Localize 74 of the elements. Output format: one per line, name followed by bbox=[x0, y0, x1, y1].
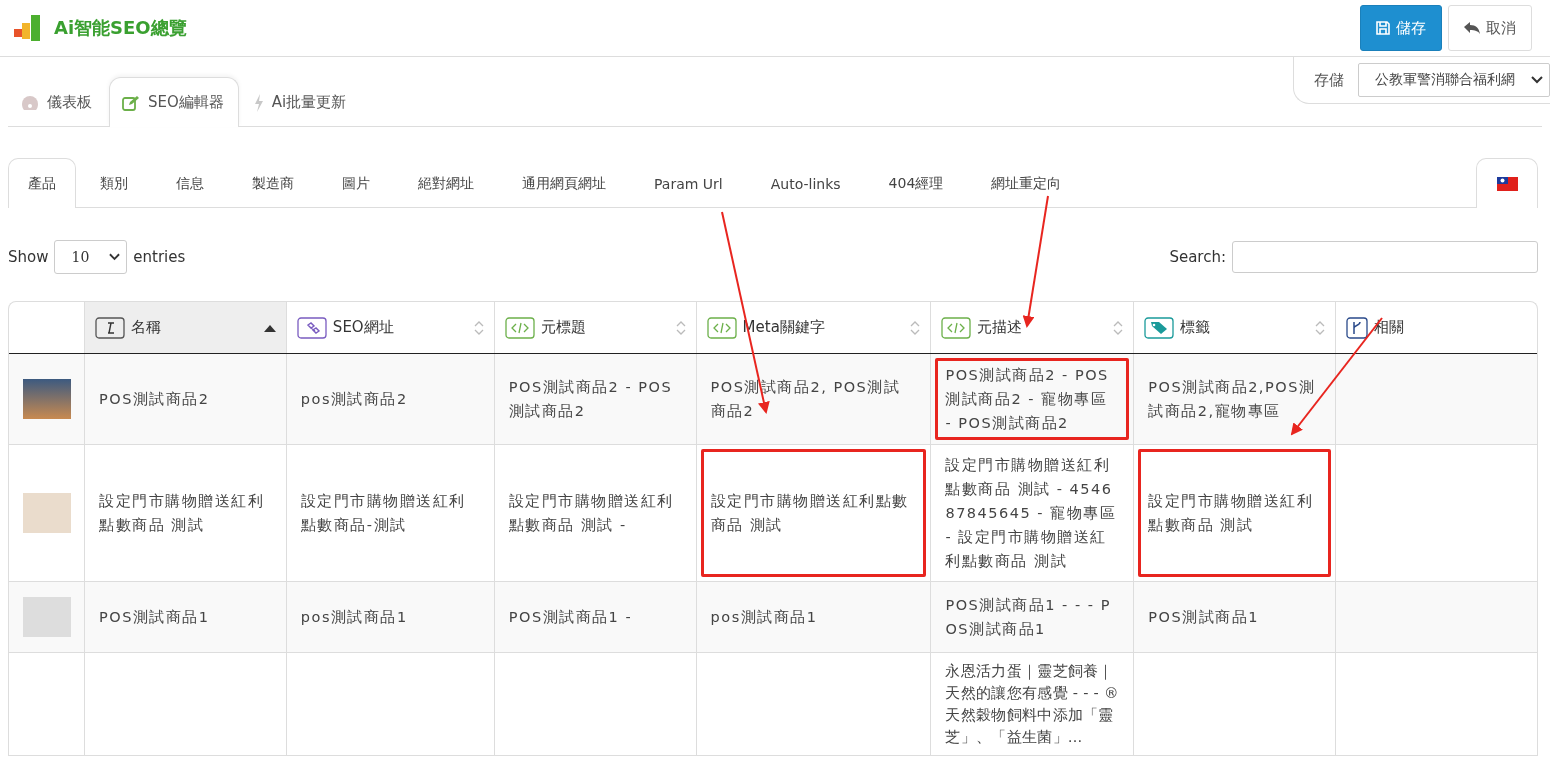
chevron-down-icon bbox=[1531, 76, 1543, 84]
language-tab[interactable] bbox=[1476, 158, 1538, 208]
chevron-down-icon bbox=[109, 253, 121, 261]
sub-tab[interactable]: 產品 bbox=[8, 158, 76, 208]
table-cell-text: POS測試商品2,POS測試商品2,寵物專區 bbox=[1148, 378, 1317, 421]
text-cursor-icon bbox=[95, 316, 125, 339]
link-icon bbox=[296, 316, 327, 339]
entries-label: entries bbox=[133, 248, 186, 266]
sort-icon bbox=[1113, 319, 1124, 336]
cancel-button[interactable]: 取消 bbox=[1448, 5, 1532, 51]
sort-ascending-icon bbox=[263, 323, 276, 332]
code-icon bbox=[941, 316, 972, 339]
table-cell-text: 設定門市購物贈送紅利點數商品 測試 - 454687845645 - 寵物專區 - 設定門市購物贈送紅利點數商品 測試 bbox=[945, 456, 1118, 571]
entries-select[interactable]: 10 bbox=[54, 240, 128, 274]
table-cell-text: POS測試商品1 - - - POS測試商品1 bbox=[945, 596, 1112, 639]
sub-tab[interactable]: Param Url bbox=[630, 158, 747, 208]
tag-icon bbox=[1144, 316, 1175, 339]
code-icon bbox=[706, 316, 737, 339]
sub-tab[interactable]: 製造商 bbox=[228, 158, 318, 208]
edit-icon bbox=[122, 94, 140, 111]
bar-chart-logo-icon bbox=[14, 15, 42, 41]
photo-placeholder bbox=[22, 379, 71, 419]
table-cell-text: POS測試商品1 bbox=[99, 608, 210, 627]
dashboard-icon bbox=[21, 94, 39, 111]
main-tab[interactable]: 儀表板 bbox=[8, 77, 107, 127]
table-cell-text: pos測試商品1 bbox=[710, 608, 818, 627]
fork-icon bbox=[1346, 316, 1369, 339]
search-label: Search: bbox=[1169, 248, 1226, 266]
app-title: Ai智能SEO總覽 bbox=[54, 16, 187, 40]
table-cell-text: 設定門市購物贈送紅利點數商品 測試 - bbox=[508, 492, 675, 535]
sub-tab[interactable]: 圖片 bbox=[318, 158, 394, 208]
store-label: 存儲 bbox=[1314, 70, 1344, 90]
column-header[interactable]: 名稱 bbox=[85, 302, 287, 353]
code-icon bbox=[504, 316, 535, 339]
undo-icon bbox=[1464, 21, 1480, 35]
table-cell-text: pos測試商品1 bbox=[300, 608, 408, 627]
table-cell-text: POS測試商品2 - POS測試商品2 - 寵物專區 - POS測試商品2 bbox=[945, 366, 1110, 433]
lightning-icon bbox=[253, 93, 264, 112]
sub-tab[interactable]: 網址重定向 bbox=[967, 158, 1086, 208]
table-cell-text: 設定門市購物贈送紅利點數商品-測試 bbox=[300, 492, 467, 535]
table-cell-text: POS測試商品2 - POS測試商品2 bbox=[508, 378, 674, 421]
save-icon bbox=[1376, 21, 1390, 35]
sub-tab[interactable]: 通用網頁網址 bbox=[498, 158, 630, 208]
table-cell-text: POS測試商品1 bbox=[1148, 608, 1259, 627]
table-cell-text: 設定門市購物贈送紅利點數商品 測試 bbox=[710, 492, 910, 535]
column-header[interactable]: 元描述 bbox=[931, 302, 1135, 353]
sort-icon bbox=[910, 319, 921, 336]
sub-tab[interactable]: Auto-links bbox=[746, 158, 865, 208]
main-tab[interactable]: SEO編輯器 bbox=[109, 77, 239, 127]
sort-icon bbox=[1315, 319, 1326, 336]
photo-placeholder bbox=[22, 597, 71, 637]
column-header[interactable]: 標籤 bbox=[1134, 302, 1337, 353]
table-cell-text: POS測試商品2 bbox=[99, 390, 210, 409]
main-tab[interactable]: Ai批量更新 bbox=[240, 77, 362, 127]
search-field[interactable] bbox=[1232, 241, 1538, 273]
sub-tab[interactable]: 類別 bbox=[76, 158, 152, 208]
table-cell-text: pos測試商品2 bbox=[300, 390, 408, 409]
save-button[interactable]: 儲存 bbox=[1360, 5, 1442, 51]
flag-icon bbox=[1496, 176, 1518, 191]
column-header[interactable]: SEO網址 bbox=[286, 302, 495, 353]
sort-icon bbox=[473, 319, 484, 336]
sub-tab[interactable]: 絕對網址 bbox=[394, 158, 498, 208]
table-cell-text: 設定門市購物贈送紅利點數商品 測試 bbox=[1148, 492, 1315, 535]
show-label: Show bbox=[8, 248, 49, 266]
column-header[interactable]: 相關 bbox=[1336, 302, 1537, 353]
table-cell-text: POS測試商品1 - bbox=[508, 608, 633, 627]
column-header[interactable]: 元標題 bbox=[494, 302, 697, 353]
sub-tab[interactable]: 404經理 bbox=[864, 158, 968, 208]
table-cell-text: 設定門市購物贈送紅利點數商品 測試 bbox=[99, 492, 265, 535]
sub-tab[interactable]: 信息 bbox=[152, 158, 228, 208]
photo-placeholder bbox=[22, 493, 71, 533]
sort-icon bbox=[675, 319, 686, 336]
store-select[interactable]: 公教軍警消聯合福利網 bbox=[1358, 63, 1550, 97]
table-cell-text: 永恩活力蛋｜靈芝飼養｜天然的讓您有感覺 - - - ®天然穀物飼料中添加「靈芝」、「益生菌」… bbox=[945, 662, 1120, 747]
